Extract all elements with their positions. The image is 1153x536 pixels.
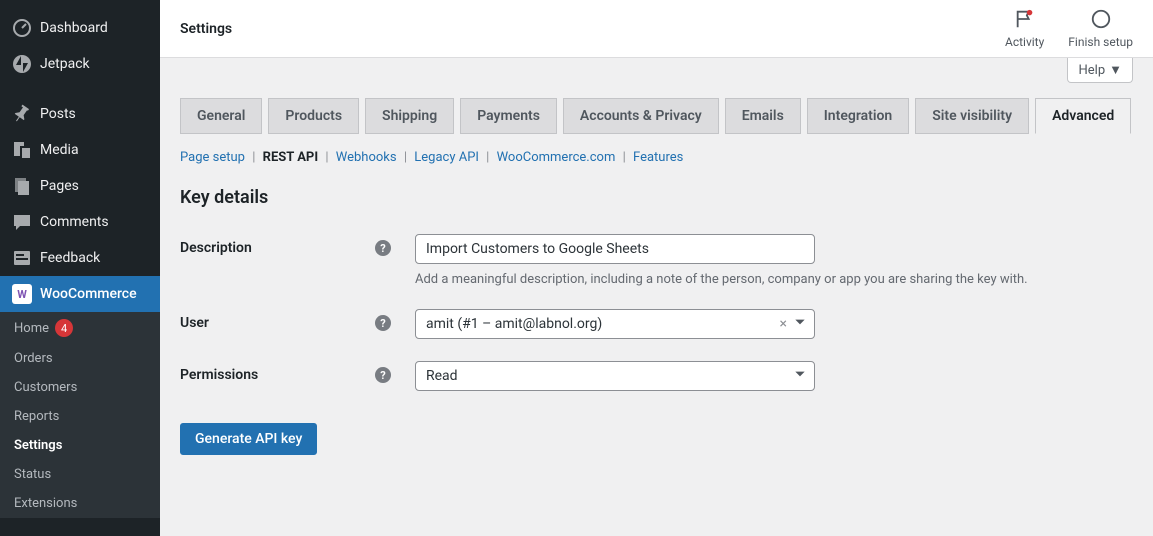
activity-label: Activity (1005, 35, 1044, 49)
sidebar-label: Posts (40, 106, 76, 122)
description-input[interactable] (415, 234, 815, 264)
permissions-select[interactable]: Read (415, 361, 815, 391)
help-icon[interactable]: ? (375, 240, 391, 256)
submenu-label: Orders (14, 351, 53, 366)
submenu-label: Home (14, 321, 49, 336)
jetpack-icon (12, 54, 32, 74)
user-label: User (180, 315, 209, 331)
subtab-page-setup[interactable]: Page setup (180, 150, 245, 165)
tab-emails[interactable]: Emails (725, 98, 801, 134)
woocommerce-icon: W (12, 284, 32, 304)
sidebar-item-comments[interactable]: Comments (0, 204, 160, 240)
sidebar-label: Jetpack (40, 56, 90, 72)
chevron-down-icon (793, 315, 807, 333)
advanced-subtabs: Page setup | REST API | Webhooks | Legac… (180, 150, 1133, 165)
chevron-down-icon: ▼ (1109, 62, 1122, 78)
subtab-rest-api[interactable]: REST API (263, 150, 319, 165)
submenu-label: Extensions (14, 496, 77, 511)
submenu-item-home[interactable]: Home 4 (0, 312, 160, 344)
subtab-woocommerce-com[interactable]: WooCommerce.com (497, 150, 616, 165)
submenu-item-status[interactable]: Status (0, 460, 160, 489)
tab-advanced[interactable]: Advanced (1035, 98, 1131, 134)
sidebar-item-feedback[interactable]: Feedback (0, 240, 160, 276)
page-header: Settings Activity Finish setup (160, 0, 1153, 58)
field-row-permissions: Permissions ? Read (180, 361, 1133, 391)
description-label: Description (180, 240, 252, 256)
media-icon (12, 140, 32, 160)
submenu-label: Reports (14, 409, 59, 424)
sidebar-item-jetpack[interactable]: Jetpack (0, 46, 160, 82)
finish-label: Finish setup (1068, 35, 1133, 49)
tab-general[interactable]: General (180, 98, 262, 134)
tab-shipping[interactable]: Shipping (365, 98, 454, 134)
sidebar-label: Media (40, 142, 79, 158)
pin-icon (12, 104, 32, 124)
generate-api-key-button[interactable]: Generate API key (180, 423, 317, 455)
submenu-item-extensions[interactable]: Extensions (0, 489, 160, 518)
tab-payments[interactable]: Payments (460, 98, 557, 134)
activity-button[interactable]: Activity (1005, 8, 1044, 49)
clear-icon[interactable]: × (780, 316, 787, 332)
feedback-icon (12, 248, 32, 268)
help-label: Help (1078, 63, 1105, 78)
settings-tabs: General Products Shipping Payments Accou… (180, 98, 1133, 134)
page-title: Settings (180, 21, 232, 37)
sidebar-label: Feedback (40, 250, 100, 266)
sidebar-item-pages[interactable]: Pages (0, 168, 160, 204)
sidebar-label: Dashboard (40, 20, 108, 36)
user-select-value: amit (#1 – amit@labnol.org) (426, 316, 602, 332)
tab-integration[interactable]: Integration (807, 98, 909, 134)
page-icon (12, 176, 32, 196)
field-row-description: Description ? Add a meaningful descripti… (180, 234, 1133, 287)
submenu-item-orders[interactable]: Orders (0, 344, 160, 373)
sidebar-label: WooCommerce (40, 286, 137, 302)
woocommerce-submenu: Home 4 Orders Customers Reports Settings… (0, 312, 160, 518)
help-icon[interactable]: ? (375, 315, 391, 331)
chevron-down-icon (793, 367, 807, 385)
section-title: Key details (180, 187, 1133, 208)
comment-icon (12, 212, 32, 232)
sidebar-label: Pages (40, 178, 79, 194)
subtab-legacy-api[interactable]: Legacy API (414, 150, 479, 165)
submenu-label: Customers (14, 380, 77, 395)
submenu-label: Status (14, 467, 51, 482)
finish-setup-button[interactable]: Finish setup (1068, 8, 1133, 49)
settings-content: Help ▼ General Products Shipping Payment… (160, 58, 1153, 536)
flag-icon (1014, 8, 1036, 33)
field-row-user: User ? amit (#1 – amit@labnol.org) × (180, 309, 1133, 339)
help-icon[interactable]: ? (375, 367, 391, 383)
admin-sidebar: Dashboard Jetpack Posts Media Pages Comm… (0, 0, 160, 536)
subtab-features[interactable]: Features (633, 150, 683, 165)
help-dropdown[interactable]: Help ▼ (1067, 58, 1133, 83)
circle-icon (1090, 8, 1112, 33)
sidebar-item-dashboard[interactable]: Dashboard (0, 10, 160, 46)
sidebar-label: Comments (40, 214, 109, 230)
sidebar-item-woocommerce[interactable]: W WooCommerce (0, 276, 160, 312)
submenu-item-customers[interactable]: Customers (0, 373, 160, 402)
tab-products[interactable]: Products (268, 98, 359, 134)
user-select[interactable]: amit (#1 – amit@labnol.org) × (415, 309, 815, 339)
notification-badge: 4 (55, 319, 73, 337)
main-content: Settings Activity Finish setup Help ▼ Ge… (160, 0, 1153, 536)
dashboard-icon (12, 18, 32, 38)
submenu-item-settings[interactable]: Settings (0, 431, 160, 460)
permissions-label: Permissions (180, 367, 258, 383)
submenu-label: Settings (14, 438, 62, 453)
sidebar-item-media[interactable]: Media (0, 132, 160, 168)
submenu-item-reports[interactable]: Reports (0, 402, 160, 431)
tab-site-visibility[interactable]: Site visibility (915, 98, 1029, 134)
tab-accounts-privacy[interactable]: Accounts & Privacy (563, 98, 719, 134)
subtab-webhooks[interactable]: Webhooks (336, 150, 397, 165)
description-help-text: Add a meaningful description, including … (415, 272, 1133, 287)
permissions-select-value: Read (426, 368, 458, 384)
sidebar-item-posts[interactable]: Posts (0, 96, 160, 132)
